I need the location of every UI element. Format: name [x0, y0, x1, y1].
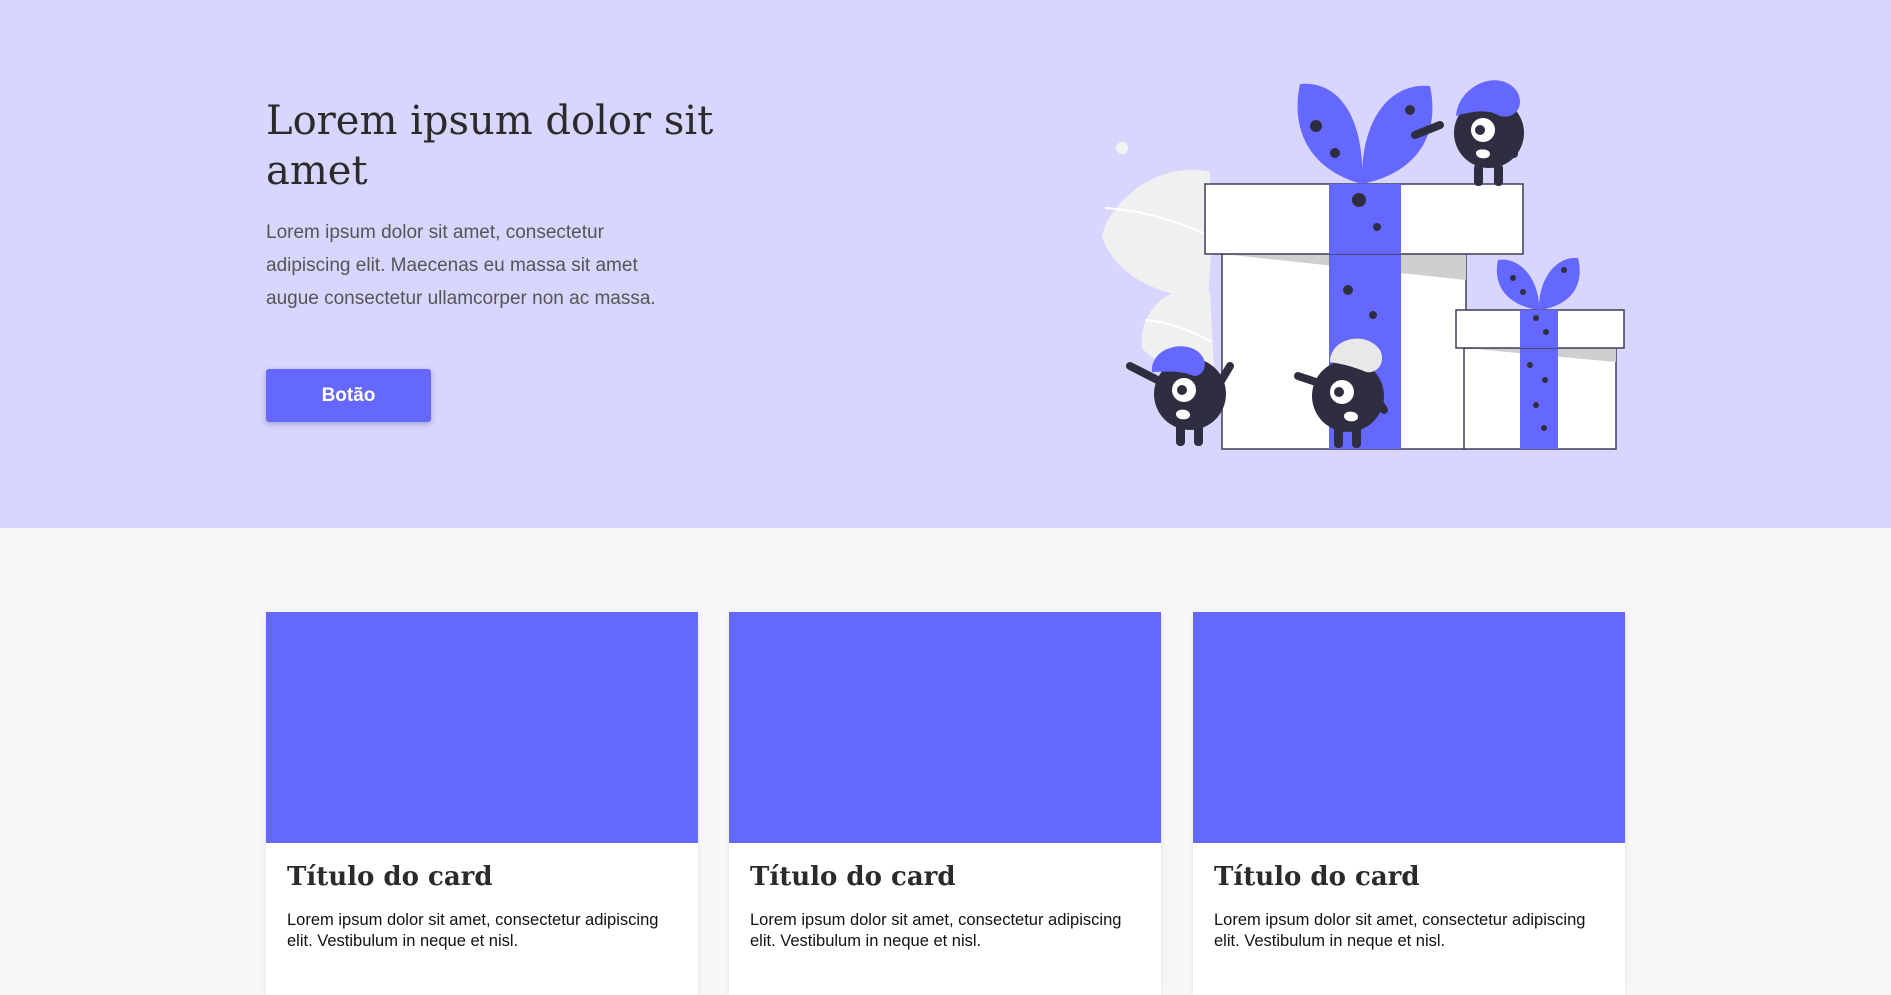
card-text: Lorem ipsum dolor sit amet, consectetur … [287, 911, 659, 950]
card-image [266, 612, 698, 843]
card-text: Lorem ipsum dolor sit amet, consectetur … [750, 911, 1122, 950]
card-title: Título do card [287, 862, 493, 892]
card-image [729, 612, 1161, 843]
card-text: Lorem ipsum dolor sit amet, consectetur … [1214, 911, 1586, 950]
card[interactable]: Título do card Lorem ipsum dolor sit ame… [266, 612, 698, 995]
hero-title: Lorem ipsum dolor sit amet [266, 98, 714, 194]
card-title: Título do card [1214, 862, 1420, 892]
card-image [1193, 612, 1625, 843]
gift-boxes-illustration [1102, 80, 1625, 450]
card[interactable]: Título do card Lorem ipsum dolor sit ame… [729, 612, 1161, 995]
hero-description: Lorem ipsum dolor sit amet, consectetur … [266, 222, 656, 309]
card[interactable]: Título do card Lorem ipsum dolor sit ame… [1193, 612, 1625, 995]
hero-button[interactable]: Botão [266, 369, 431, 422]
card-title: Título do card [750, 862, 956, 892]
hero-section: Lorem ipsum dolor sit amet Lorem ipsum d… [0, 0, 1891, 528]
